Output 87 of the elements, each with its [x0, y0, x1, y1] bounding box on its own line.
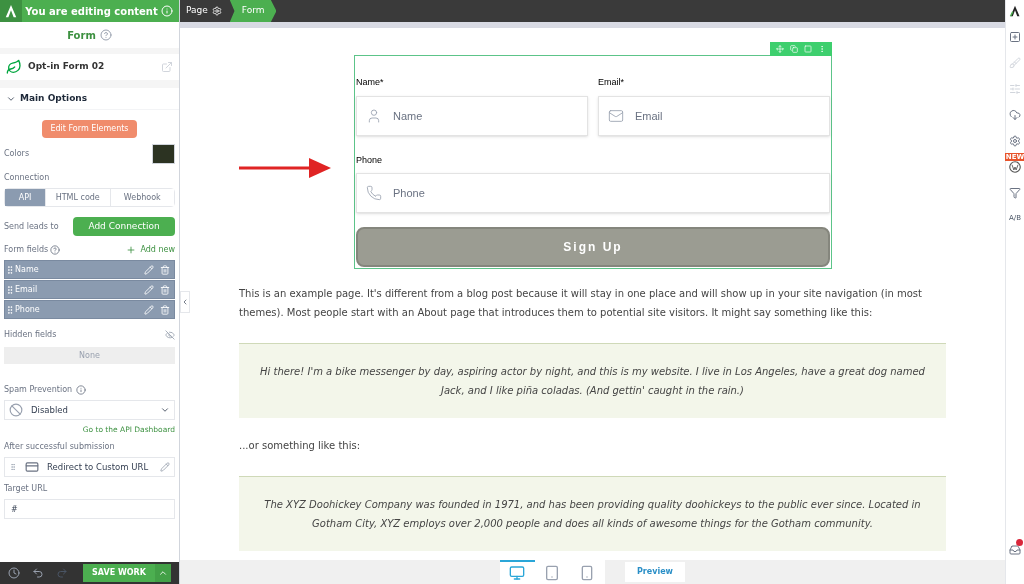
- chevron-down-icon: [160, 405, 170, 415]
- field-label: Phone: [356, 153, 384, 167]
- brush-icon[interactable]: [1009, 57, 1021, 69]
- plus-icon: [126, 245, 137, 255]
- breadcrumb-item[interactable]: Page: [180, 0, 230, 22]
- spam-select[interactable]: Disabled: [4, 400, 175, 420]
- hidden-fields-label: Hidden fields: [4, 329, 57, 341]
- drag-handle-icon[interactable]: [5, 303, 15, 316]
- move-icon[interactable]: [776, 45, 784, 53]
- spam-value: Disabled: [31, 403, 69, 417]
- chevron-left-icon: [181, 298, 189, 306]
- form-fields-label: Form fields: [4, 244, 49, 256]
- phone-icon: [366, 185, 382, 201]
- duplicate-icon[interactable]: [790, 45, 798, 53]
- field-name: Phone: [15, 303, 41, 316]
- redo-icon[interactable]: [56, 567, 68, 579]
- help-icon[interactable]: [50, 245, 61, 255]
- info-icon[interactable]: [76, 385, 87, 395]
- leaf-icon: [6, 59, 22, 75]
- color-swatch[interactable]: [152, 144, 175, 164]
- connection-tab[interactable]: Webhook: [109, 189, 174, 206]
- undo-icon[interactable]: [32, 567, 44, 579]
- delete-icon[interactable]: [160, 284, 170, 295]
- delete-icon[interactable]: [160, 264, 170, 275]
- hidden-fields-empty: None: [4, 347, 175, 364]
- edit-icon[interactable]: [160, 462, 170, 473]
- after-submission-label: After successful submission: [4, 441, 116, 454]
- filter-icon[interactable]: [1009, 187, 1021, 199]
- add-element-icon[interactable]: [1009, 31, 1021, 43]
- paragraph-text: ...or something like this:: [239, 439, 361, 453]
- target-url-label: Target URL: [4, 483, 49, 496]
- input-field[interactable]: Phone: [356, 173, 830, 213]
- colors-label: Colors: [4, 148, 30, 160]
- monitor-icon: [509, 565, 526, 581]
- send-leads-label: Send leads to: [4, 220, 59, 233]
- submission-action-text: Redirect to Custom URL: [47, 460, 150, 474]
- logo-icon: [1009, 5, 1021, 17]
- settings-icon[interactable]: [1009, 135, 1021, 147]
- more-icon[interactable]: [818, 45, 826, 53]
- add-new-button[interactable]: Add new: [126, 244, 175, 256]
- sliders-icon[interactable]: [1009, 83, 1021, 95]
- field-name: Name: [15, 263, 40, 276]
- card-icon: [25, 460, 39, 475]
- chevron-up-icon: [158, 568, 168, 578]
- history-icon[interactable]: [8, 567, 20, 579]
- paragraph-text: This is an example page. It's different from a blog post because it will stay in one place and will show up in your site navigation (in most themes). Most people start with an About page that introduces them to potential site visitors. It might say something like this:: [239, 287, 923, 320]
- add-connection-button[interactable]: Add Connection: [73, 217, 175, 236]
- target-url-field[interactable]: #: [4, 499, 175, 520]
- tablet-icon: [544, 565, 561, 581]
- element-name: Opt-in Form 02: [28, 60, 106, 74]
- cloud-icon[interactable]: [1009, 109, 1021, 121]
- field-label: Name*: [356, 76, 385, 89]
- quote-text: The XYZ Doohickey Company was founded in 1971, and has been providing quality doohickeys to the public ever since. Located in Gotham City, XYZ employs over 2,000 people and does all kinds of awesome things for the Gotham community.: [263, 498, 922, 531]
- field-label: Email*: [598, 76, 625, 89]
- external-link-icon[interactable]: [161, 61, 173, 73]
- input-field[interactable]: Email: [598, 95, 830, 136]
- mail-icon: [608, 107, 624, 124]
- help-icon[interactable]: [99, 29, 112, 41]
- inbox-icon[interactable]: [1009, 544, 1021, 556]
- form-field-row[interactable]: Name: [4, 260, 175, 279]
- save-work-button[interactable]: SAVE WORK: [83, 564, 155, 582]
- sign-up-button[interactable]: Sign Up: [356, 227, 830, 267]
- spam-label: Spam Prevention: [4, 384, 73, 396]
- section-title[interactable]: Main Options: [20, 91, 88, 106]
- form-field-row[interactable]: Phone: [4, 300, 175, 319]
- gear-icon: [211, 6, 222, 16]
- form-field-row[interactable]: Email: [4, 280, 175, 299]
- submission-action-row[interactable]: Redirect to Custom URL: [4, 457, 175, 478]
- collapse-handle[interactable]: [180, 291, 190, 313]
- logo-icon: [4, 4, 18, 18]
- drag-handle-icon[interactable]: [5, 283, 15, 296]
- quote-text: Hi there! I'm a bike messenger by day, aspiring actor by night, and this is my website. I live in Los Angeles, have a great dog named Jack, and I like piña coladas. (And gettin' caught in the rain.): [259, 365, 926, 398]
- delete-icon[interactable]: [160, 304, 170, 315]
- field-name: Email: [15, 283, 39, 296]
- person-icon: [366, 107, 382, 124]
- preview-button[interactable]: Preview: [625, 562, 685, 582]
- banner-text: You are editing content: [24, 4, 159, 19]
- save-options-button[interactable]: [155, 564, 171, 582]
- drag-handle-icon[interactable]: [5, 263, 15, 276]
- disabled-icon: [9, 403, 23, 417]
- connection-tab[interactable]: API: [5, 189, 45, 206]
- edit-form-elements-button[interactable]: Edit Form Elements: [42, 120, 137, 138]
- hidden-eye-icon: [165, 330, 175, 340]
- input-field[interactable]: Name: [356, 95, 588, 136]
- connection-label: Connection: [4, 172, 51, 184]
- panel-title: Form: [67, 28, 96, 43]
- breadcrumb-item[interactable]: Form: [229, 0, 277, 22]
